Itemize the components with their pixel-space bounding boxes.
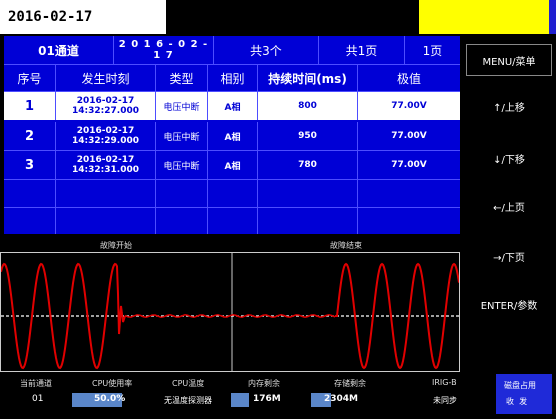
memory-value: 176M bbox=[253, 394, 281, 404]
channel-value: 01 bbox=[32, 394, 44, 404]
row-datetime: 2016-02-17 14:32:27.000 bbox=[56, 92, 156, 120]
storage-value: 2304M bbox=[324, 394, 359, 404]
empty-cell bbox=[208, 208, 258, 234]
row-duration: 950 bbox=[258, 122, 358, 150]
status-indicator bbox=[419, 0, 556, 34]
next-page-button[interactable]: →/下页 bbox=[462, 240, 556, 272]
menu-button[interactable]: MENU/菜单 bbox=[466, 44, 552, 76]
row-type: 电压中断 bbox=[156, 151, 208, 179]
column-header: 相别 bbox=[208, 65, 258, 91]
table-info-row: 01通道 2 0 1 6 - 0 2 - 1 7 共3个 共1页 1页 bbox=[4, 36, 460, 65]
total-pages-label: 共1页 bbox=[319, 36, 405, 64]
table-row[interactable]: 3 2016-02-17 14:32:31.000 电压中断 A相 780 77.… bbox=[4, 151, 460, 180]
status-label: 存储剩余 bbox=[334, 379, 366, 388]
status-label: IRIG-B bbox=[432, 378, 457, 387]
cpu-temp-value: 无温度探测器 bbox=[164, 396, 212, 405]
table-row[interactable]: 1 2016-02-17 14:32:27.000 电压中断 A相 800 77.… bbox=[4, 92, 460, 120]
date-label: 2 0 1 6 - 0 2 - 1 7 bbox=[114, 36, 214, 64]
disk-usage-label: 磁盘占用 bbox=[504, 381, 536, 390]
row-datetime: 2016-02-17 14:32:29.000 bbox=[56, 122, 156, 150]
table-row[interactable]: 2 2016-02-17 14:32:29.000 电压中断 A相 950 77.… bbox=[4, 122, 460, 151]
status-indicator-edge bbox=[549, 0, 556, 34]
row-date: 2016-02-17 bbox=[76, 96, 135, 106]
empty-cell bbox=[56, 180, 156, 207]
row-value: 77.00V bbox=[391, 101, 427, 111]
row-index: 1 bbox=[4, 92, 56, 120]
event-table: 01通道 2 0 1 6 - 0 2 - 1 7 共3个 共1页 1页 序号 发… bbox=[4, 36, 460, 234]
row-duration: 800 bbox=[258, 92, 358, 120]
total-count-label: 共3个 bbox=[214, 36, 319, 64]
waveform-panel bbox=[0, 252, 460, 372]
row-type: 电压中断 bbox=[156, 92, 208, 120]
empty-cell bbox=[208, 180, 258, 207]
row-type: 电压中断 bbox=[156, 122, 208, 150]
status-label: CPU使用率 bbox=[92, 379, 133, 388]
column-header: 持续时间(ms) bbox=[258, 65, 358, 91]
empty-cell bbox=[156, 208, 208, 234]
parameters-button[interactable]: ENTER/参数 bbox=[462, 288, 556, 320]
row-value: 77.00V bbox=[391, 160, 427, 170]
column-header: 极值 bbox=[396, 71, 421, 86]
move-down-button[interactable]: ↓/下移 bbox=[462, 142, 556, 174]
status-label: 内存剩余 bbox=[248, 379, 280, 388]
row-value: 77.00V bbox=[391, 131, 427, 141]
top-bar: 2016-02-17 14:34:11 bbox=[0, 0, 556, 59]
empty-cell bbox=[156, 180, 208, 207]
row-date: 2016-02-17 bbox=[76, 126, 135, 136]
prev-page-button[interactable]: ←/上页 bbox=[462, 190, 556, 222]
current-page-label: 1页 bbox=[422, 43, 443, 58]
row-date: 2016-02-17 bbox=[76, 155, 135, 165]
memory-bar bbox=[231, 393, 249, 407]
table-row-empty bbox=[4, 208, 460, 234]
empty-cell bbox=[358, 208, 460, 234]
column-header: 类型 bbox=[156, 65, 208, 91]
column-header: 发生时刻 bbox=[56, 65, 156, 91]
row-time: 14:32:31.000 bbox=[72, 165, 139, 175]
empty-cell bbox=[4, 208, 56, 234]
table-header-row: 序号 发生时刻 类型 相别 持续时间(ms) 极值 bbox=[4, 65, 460, 92]
datetime-display: 2016-02-17 14:34:11 bbox=[0, 0, 166, 59]
channel-label: 01通道 bbox=[4, 36, 114, 64]
disk-transfer-label: 收 发 bbox=[506, 397, 528, 406]
empty-cell bbox=[4, 180, 56, 207]
row-time: 14:32:27.000 bbox=[72, 106, 139, 116]
table-row-empty bbox=[4, 180, 460, 208]
row-phase: A相 bbox=[208, 151, 258, 179]
fault-start-label: 故障开始 bbox=[100, 241, 132, 250]
row-index: 2 bbox=[4, 122, 56, 150]
empty-cell bbox=[358, 180, 460, 207]
disk-usage-panel: 磁盘占用 收 发 bbox=[496, 374, 552, 414]
fault-end-label: 故障结束 bbox=[330, 241, 362, 250]
move-up-button[interactable]: ↑/上移 bbox=[462, 90, 556, 122]
row-index: 3 bbox=[4, 151, 56, 179]
soft-key-panel: MENU/菜单 ↑/上移 ↓/下移 ←/上页 →/下页 ENTER/参数 bbox=[462, 36, 556, 376]
empty-cell bbox=[258, 208, 358, 234]
cpu-usage-value: 50.0% bbox=[94, 394, 126, 404]
row-duration: 780 bbox=[258, 151, 358, 179]
empty-cell bbox=[258, 180, 358, 207]
waveform-plot bbox=[1, 253, 459, 371]
waveform-header: 故障开始 故障结束 bbox=[0, 238, 460, 252]
sync-status: 未同步 bbox=[433, 396, 457, 405]
row-phase: A相 bbox=[208, 92, 258, 120]
column-header: 序号 bbox=[4, 65, 56, 91]
status-label: CPU温度 bbox=[172, 379, 205, 388]
row-time: 14:32:29.000 bbox=[72, 136, 139, 146]
empty-cell bbox=[56, 208, 156, 234]
row-datetime: 2016-02-17 14:32:31.000 bbox=[56, 151, 156, 179]
row-phase: A相 bbox=[208, 122, 258, 150]
status-label: 当前通道 bbox=[20, 379, 52, 388]
